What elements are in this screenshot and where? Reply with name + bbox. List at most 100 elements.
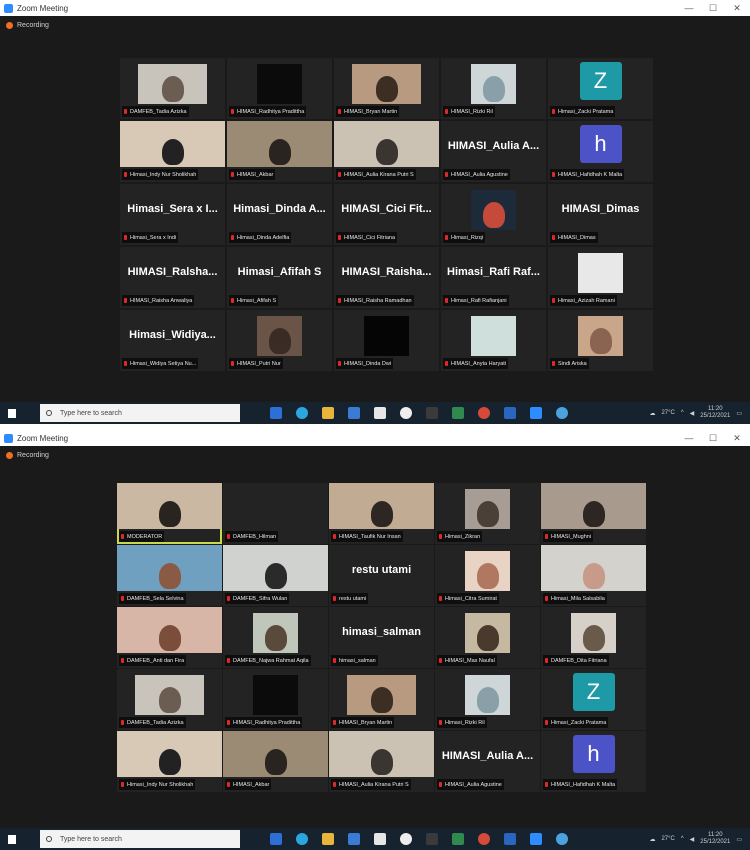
camera-icon[interactable]: [426, 833, 438, 845]
store-icon[interactable]: [348, 407, 360, 419]
edge-icon[interactable]: [296, 407, 308, 419]
task-view-icon[interactable]: [270, 407, 282, 419]
participant-tile[interactable]: Sindi Ariska: [548, 310, 653, 371]
notification-icon[interactable]: ▭: [736, 836, 742, 843]
participant-tile[interactable]: DAMFEB_Sela Selvina: [117, 545, 222, 606]
participant-tile[interactable]: Himasi_Sera x I... Himasi_Sera x Indi: [120, 184, 225, 245]
participant-tile[interactable]: HIMASI_Dimas HIMASI_Dimas: [548, 184, 653, 245]
close-button[interactable]: ✕: [726, 430, 748, 446]
participant-tile[interactable]: Himasi_Citra Sumirat: [435, 545, 540, 606]
word-icon[interactable]: [504, 833, 516, 845]
volume-icon[interactable]: ◀: [690, 836, 695, 843]
participant-tile[interactable]: HIMASI_Raisha... HIMASI_Raisha Ramadhan: [334, 247, 439, 308]
participant-tile[interactable]: MODERATOR: [117, 483, 222, 544]
participant-tile[interactable]: Himasi_Dinda A... Himasi_Dinda Adelfia: [227, 184, 332, 245]
minimize-button[interactable]: —: [678, 430, 700, 446]
participant-tile[interactable]: HIMASI_Cici Fit... HIMASI_Cici Fitriana: [334, 184, 439, 245]
participant-tile[interactable]: Himasi_Zikran: [435, 483, 540, 544]
taskbar-clock[interactable]: 11:20 25/12/2021: [700, 832, 730, 846]
participant-tile[interactable]: Z Himasi_Zacki Pratama: [548, 58, 653, 119]
participant-video: [578, 316, 623, 356]
edge-icon[interactable]: [296, 833, 308, 845]
participant-tile[interactable]: DAMFEB_Najwa Rahmat Aqila: [223, 607, 328, 668]
weather-icon[interactable]: ☁: [649, 410, 655, 417]
browser-icon[interactable]: [556, 833, 568, 845]
participant-tile[interactable]: HIMASI_Bryan Martin: [329, 669, 434, 730]
participant-name: restu utami: [339, 595, 367, 602]
participant-tile[interactable]: HIMASI_Radhitya Pradittha: [223, 669, 328, 730]
participant-figure: [158, 749, 181, 775]
participant-tile[interactable]: HIMASI_Bryan Martin: [334, 58, 439, 119]
participant-tile[interactable]: HIMASI_Anyta Haryati: [441, 310, 546, 371]
participant-tile[interactable]: DAMFEB_Hilman: [223, 483, 328, 544]
participant-tile[interactable]: DAMFEB_Anti dan Fira: [117, 607, 222, 668]
windows-start-icon[interactable]: [0, 402, 22, 424]
taskbar-clock[interactable]: 11:20 25/12/2021: [700, 406, 730, 420]
close-button[interactable]: ✕: [726, 0, 748, 16]
participant-tile[interactable]: HIMASI_Ralsha... HIMASI_Raisha Anwaliya: [120, 247, 225, 308]
file-explorer-icon[interactable]: [322, 833, 334, 845]
participant-tile[interactable]: HIMASI_Akbar: [223, 731, 328, 792]
taskbar-search-input[interactable]: Type here to search: [40, 830, 240, 848]
dropbox-icon[interactable]: [374, 407, 386, 419]
camera-icon[interactable]: [426, 407, 438, 419]
participant-tile[interactable]: himasi_salman himasi_salman: [329, 607, 434, 668]
participant-tile[interactable]: HIMASI_Putri Nur: [227, 310, 332, 371]
notification-icon[interactable]: ▭: [736, 410, 742, 417]
maximize-button[interactable]: ☐: [702, 0, 724, 16]
tray-chevron-icon[interactable]: ^: [681, 836, 684, 842]
participant-tile[interactable]: Himasi_Mila Salsabila: [541, 545, 646, 606]
chrome-icon[interactable]: [478, 407, 490, 419]
participant-tile[interactable]: DAMFEB_Dita Fitriana: [541, 607, 646, 668]
participant-tile[interactable]: HIMASI_Aulia A... HIMASI_Aulia Agustine: [441, 121, 546, 182]
tray-chevron-icon[interactable]: ^: [681, 410, 684, 416]
browser-icon[interactable]: [556, 407, 568, 419]
sheets-icon[interactable]: [452, 833, 464, 845]
zoom-taskbar-icon[interactable]: [530, 833, 542, 845]
participant-tile[interactable]: Himasi_Indy Nur Sholikhah: [120, 121, 225, 182]
participant-tile[interactable]: Himasi_Afifah S Himasi_Afifah S: [227, 247, 332, 308]
participant-tile[interactable]: HIMASI_Mas Naufal: [435, 607, 540, 668]
participant-tile[interactable]: HIMASI_Taufik Nur Insan: [329, 483, 434, 544]
maximize-button[interactable]: ☐: [702, 430, 724, 446]
store-icon[interactable]: [348, 833, 360, 845]
participant-tile[interactable]: HIMASI_Aulia Kirana Putri S: [334, 121, 439, 182]
participant-tile[interactable]: DAMFEB_Sifra Wulan: [223, 545, 328, 606]
participant-name-label: Himasi_Rizki Ril: [437, 717, 487, 728]
participant-tile[interactable]: Himasi_Rizqi: [441, 184, 546, 245]
participant-tile[interactable]: Z Himasi_Zacki Pratama: [541, 669, 646, 730]
task-view-icon[interactable]: [270, 833, 282, 845]
weather-icon[interactable]: ☁: [649, 836, 655, 843]
chrome-icon[interactable]: [478, 833, 490, 845]
participant-tile[interactable]: HIMASI_Akbar: [227, 121, 332, 182]
participant-tile[interactable]: DAMFEB_Tadia Azizka: [117, 669, 222, 730]
participant-tile[interactable]: restu utami restu utami: [329, 545, 434, 606]
minimize-button[interactable]: —: [678, 0, 700, 16]
volume-icon[interactable]: ◀: [690, 410, 695, 417]
file-explorer-icon[interactable]: [322, 407, 334, 419]
participant-tile[interactable]: HIMASI_Aulia A... HIMASI_Aulia Agustine: [435, 731, 540, 792]
word-icon[interactable]: [504, 407, 516, 419]
participant-tile[interactable]: HIMASI_Rizki Ril: [441, 58, 546, 119]
participant-tile[interactable]: h HIMASI_Hafidhah K Malta: [548, 121, 653, 182]
participant-tile[interactable]: HIMASI_Dinda Dwi: [334, 310, 439, 371]
participant-tile[interactable]: h HIMASI_Hafidhah K Malta: [541, 731, 646, 792]
taskbar-search-input[interactable]: Type here to search: [40, 404, 240, 422]
participant-tile[interactable]: Himasi_Rizki Ril: [435, 669, 540, 730]
obs-icon[interactable]: [400, 833, 412, 845]
participant-name-label: HIMASI_Hafidhah K Malta: [543, 779, 618, 790]
participant-tile[interactable]: Himasi_Rafi Raf... Himasi_Rafi Rafianjani: [441, 247, 546, 308]
participant-tile[interactable]: HIMASI_Radhitya Pradittha: [227, 58, 332, 119]
participant-name: Sindi Ariska: [558, 360, 587, 367]
windows-start-icon[interactable]: [0, 828, 22, 850]
dropbox-icon[interactable]: [374, 833, 386, 845]
participant-tile[interactable]: HIMASI_Aulia Kirana Putri S: [329, 731, 434, 792]
sheets-icon[interactable]: [452, 407, 464, 419]
participant-tile[interactable]: HIMASI_Mughni: [541, 483, 646, 544]
participant-tile[interactable]: Himasi_Azizah Ramani: [548, 247, 653, 308]
participant-tile[interactable]: DAMFEB_Tadia Azizka: [120, 58, 225, 119]
participant-tile[interactable]: Himasi_Widiya... Himasi_Widiya Setiya Nu.…: [120, 310, 225, 371]
participant-tile[interactable]: Himasi_Indy Nur Sholikhah: [117, 731, 222, 792]
obs-icon[interactable]: [400, 407, 412, 419]
zoom-taskbar-icon[interactable]: [530, 407, 542, 419]
